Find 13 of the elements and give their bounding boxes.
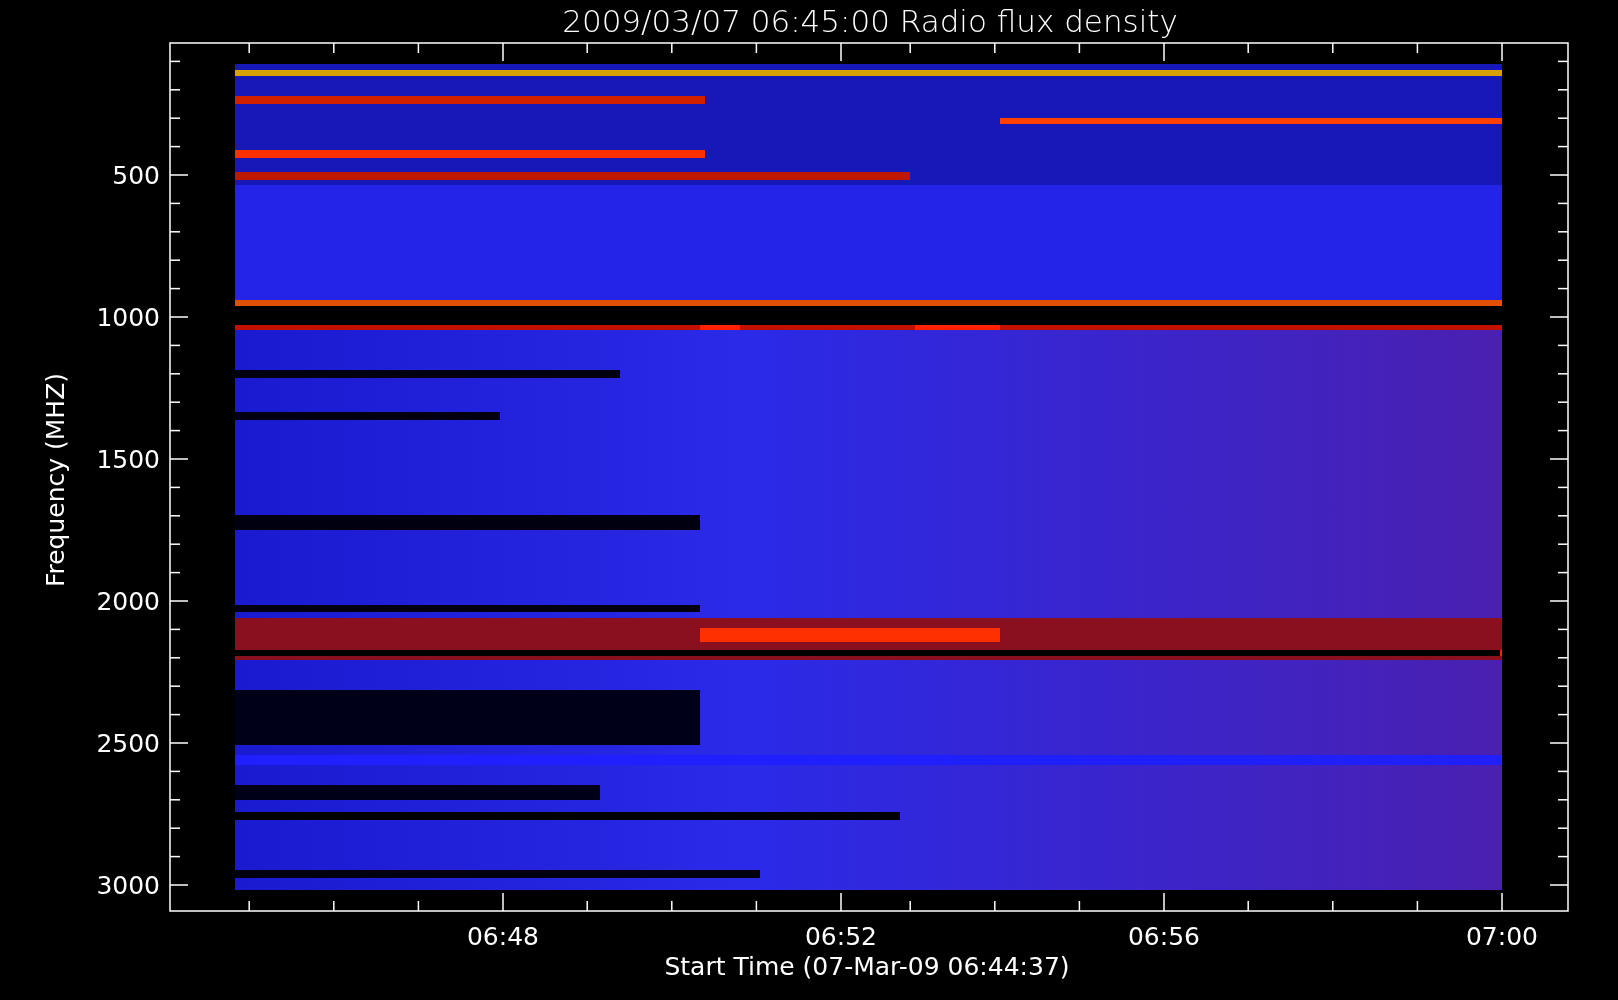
y-tick-label: 1500 bbox=[96, 445, 160, 474]
y-tick-label: 2500 bbox=[96, 729, 160, 758]
chart-title: 2009/03/07 06:45:00 Radio flux density bbox=[562, 3, 1178, 39]
y-tick-label: 1000 bbox=[96, 303, 160, 332]
y-tick-label: 2000 bbox=[96, 587, 160, 616]
y-tick-label: 3000 bbox=[96, 871, 160, 900]
x-tick-label: 06:48 bbox=[467, 922, 539, 951]
x-tick-label: 06:56 bbox=[1128, 922, 1200, 951]
x-axis-label: Start Time (07-Mar-09 06:44:37) bbox=[664, 952, 1070, 981]
y-axis-label: Frequency (MHZ) bbox=[41, 372, 70, 588]
x-tick-label: 06:52 bbox=[805, 922, 877, 951]
y-tick-label: 500 bbox=[112, 161, 160, 190]
x-tick-label: 07:00 bbox=[1466, 922, 1538, 951]
